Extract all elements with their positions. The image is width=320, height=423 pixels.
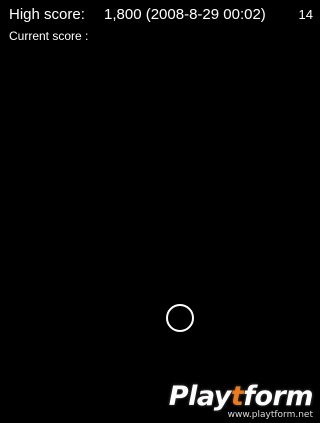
high-score-value: 1,800 (2008-8-29 00:02): [104, 6, 266, 23]
watermark: Playtform www.playtform.net: [168, 381, 314, 421]
ring-icon[interactable]: [166, 304, 194, 332]
current-score-label: Current score :: [9, 29, 89, 43]
high-score-label: High score:: [9, 6, 85, 23]
watermark-logo: Playtform: [168, 381, 314, 412]
counter-value: 14: [298, 7, 313, 22]
current-score: Current score :: [9, 29, 92, 44]
watermark-logo-accent: t: [230, 381, 244, 412]
game-screen[interactable]: High score: 1,800 (2008-8-29 00:02) 14 C…: [0, 0, 320, 423]
watermark-logo-post: form: [243, 381, 313, 412]
watermark-logo-pre: Play: [168, 381, 232, 412]
